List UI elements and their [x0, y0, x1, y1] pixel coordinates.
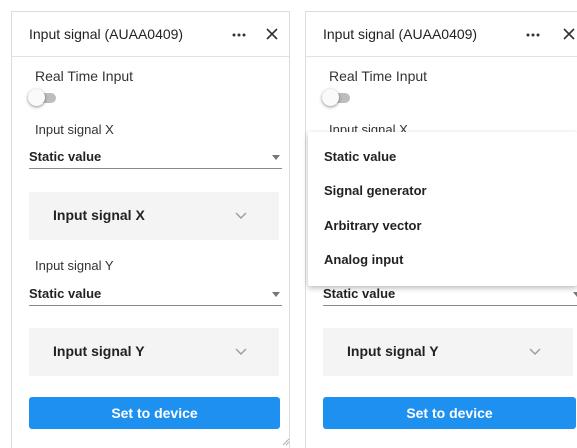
toggle-thumb	[28, 89, 45, 106]
dropdown-option-static-value[interactable]: Static value	[308, 139, 577, 173]
input-signal-x-dropdown-menu: Static value Signal generator Arbitrary …	[308, 132, 577, 286]
real-time-input-toggle[interactable]	[322, 89, 352, 107]
set-to-device-button[interactable]: Set to device	[323, 397, 576, 429]
dropdown-option-label: Arbitrary vector	[324, 218, 422, 233]
input-signal-y-expander[interactable]: Input signal Y	[323, 328, 573, 376]
more-horizontal-icon[interactable]	[526, 29, 540, 41]
input-signal-x-expander[interactable]: Input signal X	[29, 192, 279, 240]
panel-header: Input signal (AUAA0409)	[306, 12, 577, 57]
input-signal-y-selected-value: Static value	[29, 286, 102, 301]
chevron-down-icon	[529, 348, 541, 355]
input-signal-y-label: Input signal Y	[35, 258, 114, 273]
input-signal-x-selected-value: Static value	[29, 149, 102, 164]
more-horizontal-icon[interactable]	[232, 29, 246, 41]
dropdown-option-label: Analog input	[324, 252, 404, 267]
input-signal-y-expander-label: Input signal Y	[347, 343, 439, 359]
dropdown-option-analog-input[interactable]: Analog input	[308, 242, 577, 276]
dropdown-option-arbitrary-vector[interactable]: Arbitrary vector	[308, 208, 577, 242]
dropdown-option-label: Static value	[324, 149, 397, 164]
input-signal-panel-left: Input signal (AUAA0409) Real Time Input …	[11, 11, 290, 448]
real-time-input-label: Real Time Input	[329, 68, 428, 84]
panel-title: Input signal (AUAA0409)	[29, 26, 184, 42]
input-signal-y-selected-value: Static value	[323, 286, 396, 301]
real-time-input-label: Real Time Input	[35, 68, 134, 84]
caret-down-icon	[272, 155, 280, 160]
chevron-down-icon	[235, 348, 247, 355]
caret-down-icon	[272, 292, 280, 297]
input-signal-y-expander-label: Input signal Y	[53, 343, 145, 359]
set-to-device-button[interactable]: Set to device	[29, 397, 280, 429]
resize-grip-icon[interactable]	[282, 438, 290, 446]
panel-header: Input signal (AUAA0409)	[12, 12, 289, 57]
input-signal-x-label: Input signal X	[35, 122, 114, 137]
input-signal-y-expander[interactable]: Input signal Y	[29, 328, 279, 376]
dropdown-option-signal-generator[interactable]: Signal generator	[308, 173, 577, 207]
panel-title: Input signal (AUAA0409)	[323, 26, 478, 42]
input-signal-x-expander-label: Input signal X	[53, 207, 145, 223]
dropdown-option-label: Signal generator	[324, 183, 427, 198]
caret-down-icon	[573, 292, 577, 297]
input-signal-y-select[interactable]: Static value	[29, 281, 282, 306]
toggle-thumb	[322, 89, 339, 106]
chevron-down-icon	[235, 212, 247, 219]
real-time-input-toggle[interactable]	[28, 89, 58, 107]
close-icon[interactable]	[562, 27, 576, 41]
input-signal-x-select[interactable]: Static value	[29, 144, 282, 169]
close-icon[interactable]	[265, 27, 279, 41]
